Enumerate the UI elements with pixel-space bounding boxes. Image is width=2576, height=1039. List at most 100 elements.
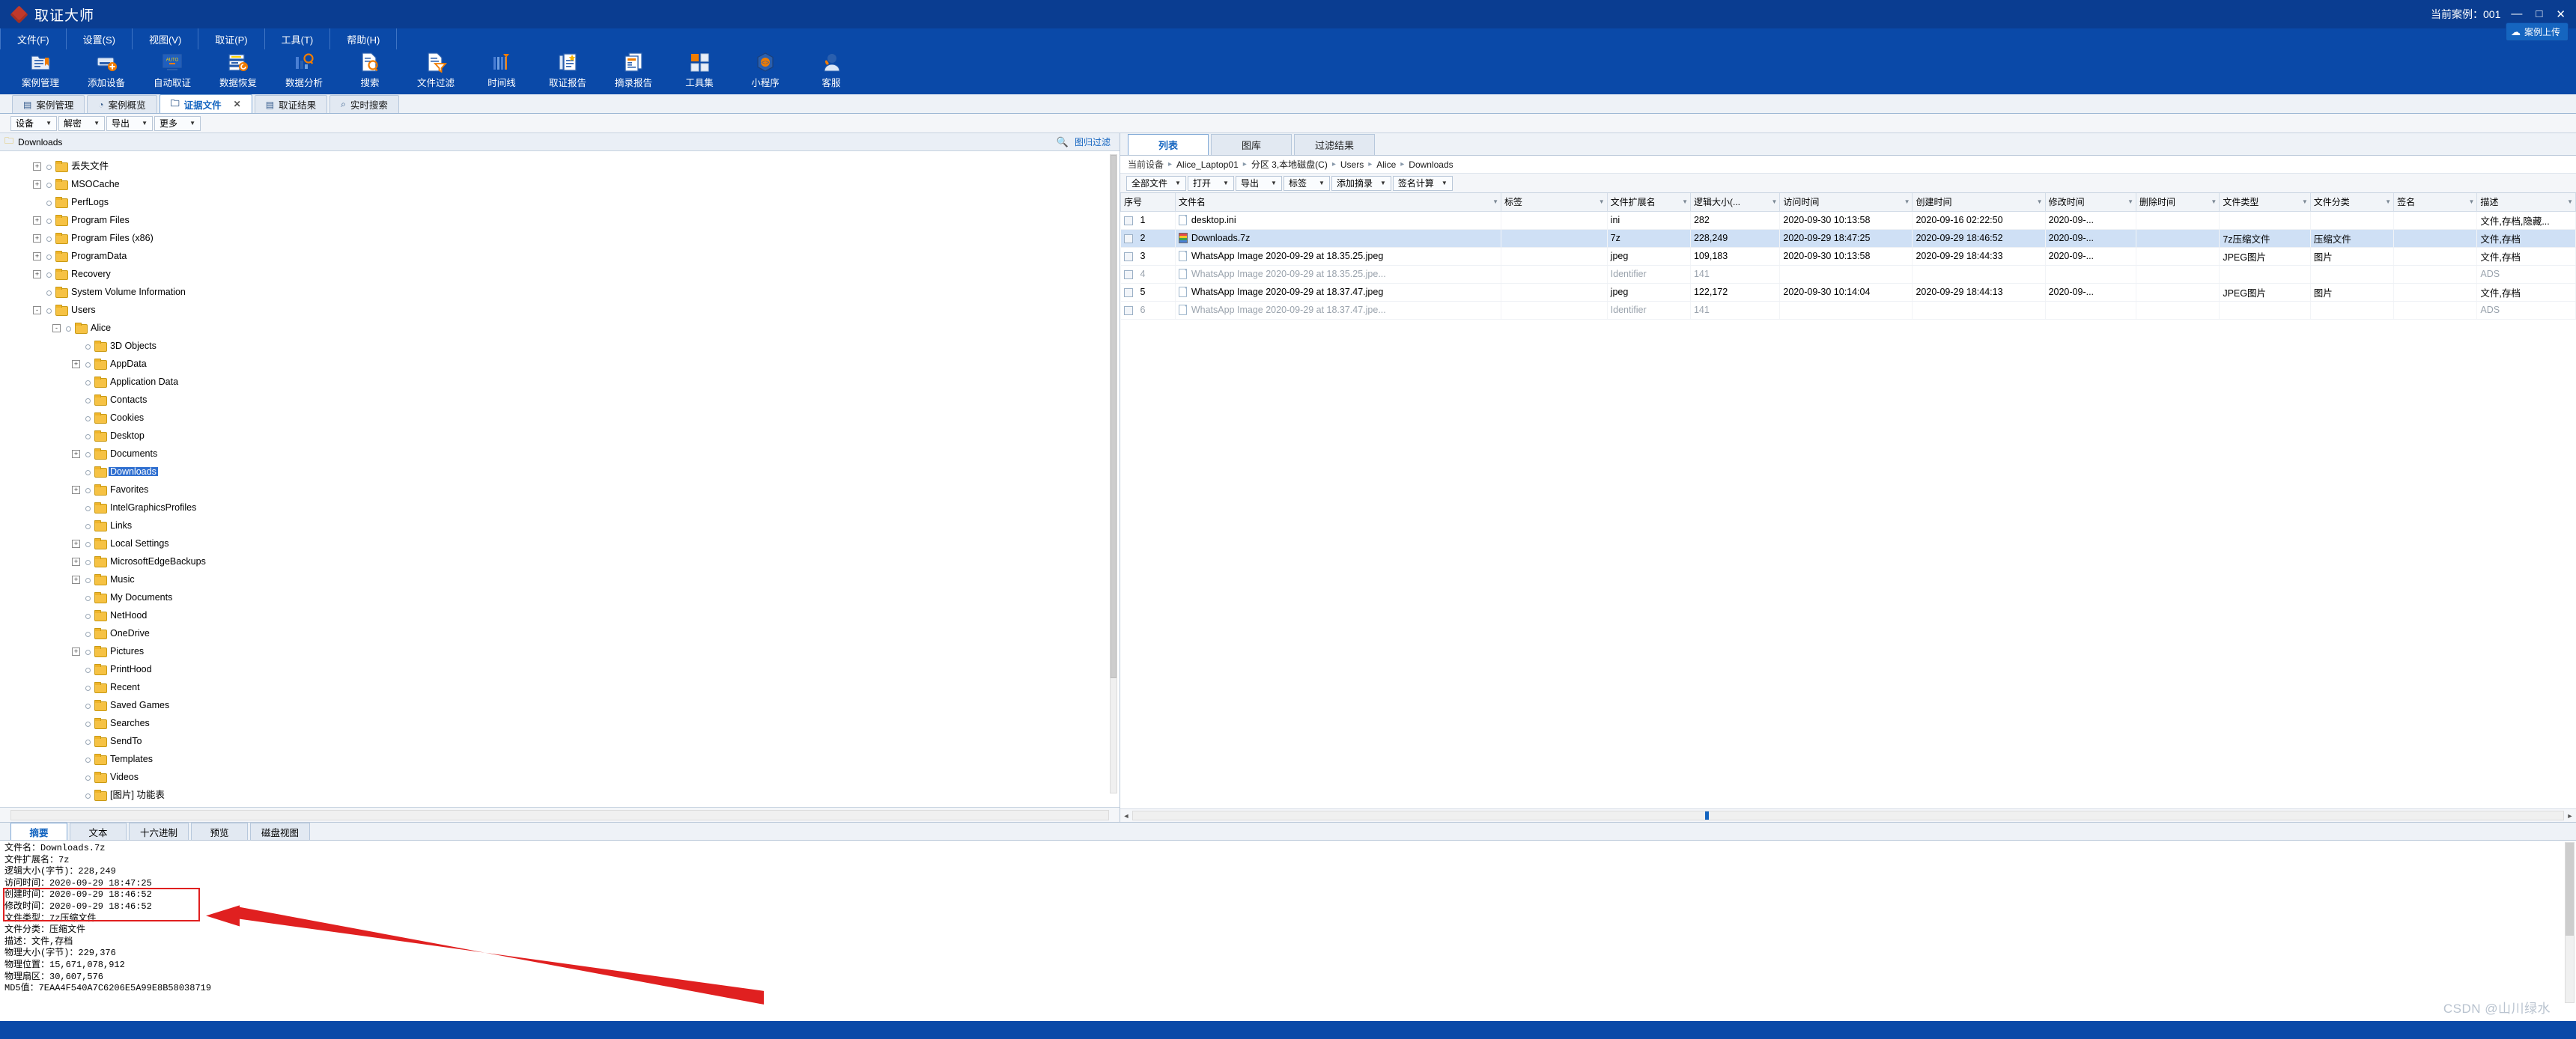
column-filter-icon[interactable]: ▼ (2127, 198, 2133, 205)
menu-tools[interactable]: 工具(T) (265, 28, 331, 49)
table-row[interactable]: 3 WhatsApp Image 2020-09-29 at 18.35.25.j… (1120, 247, 2576, 266)
toolbar-data-analysis[interactable]: 数据分析 (271, 51, 337, 94)
tree-node[interactable]: System Volume Information (33, 283, 1120, 301)
tree-node[interactable]: + MicrosoftEdgeBackups (33, 552, 1120, 570)
return-filter-link[interactable]: 图归过滤 (1075, 135, 1111, 148)
column-filter-icon[interactable]: ▼ (2385, 198, 2391, 205)
column-header[interactable]: 逻辑大小(... ▼ (1689, 193, 1781, 212)
column-header[interactable]: 签名 ▼ (2393, 193, 2478, 212)
column-filter-icon[interactable]: ▼ (1771, 198, 1777, 205)
tree-node[interactable]: Links (33, 517, 1120, 534)
toolbar-toolset[interactable]: 工具集 (666, 51, 732, 94)
tag-dropdown[interactable]: 标签 ▼ (1283, 175, 1330, 191)
table-row[interactable]: 5 WhatsApp Image 2020-09-29 at 18.37.47.j… (1120, 283, 2576, 302)
tree-node[interactable]: + AppData (33, 355, 1120, 373)
expand-icon[interactable]: + (33, 216, 41, 225)
column-header[interactable]: 创建时间 ▼ (1912, 193, 2046, 212)
tree-node[interactable]: PerfLogs (33, 193, 1120, 211)
case-upload-button[interactable]: ☁ 案例上传 (2505, 22, 2569, 41)
scroll-left-icon[interactable]: ◄ (1120, 812, 1132, 820)
column-header[interactable]: 修改时间 ▼ (2044, 193, 2137, 212)
add-excerpt-dropdown[interactable]: 添加摘录 ▼ (1331, 175, 1391, 191)
toolbar-customer-service[interactable]: 客服 (798, 51, 864, 94)
breadcrumb-device[interactable]: Alice_Laptop01 (1176, 159, 1239, 170)
tree-node[interactable]: NetHood (33, 606, 1120, 624)
close-icon[interactable]: ✕ (234, 99, 241, 109)
filter-export-dropdown[interactable]: 导出 ▼ (106, 115, 153, 131)
column-filter-icon[interactable]: ▼ (1599, 198, 1605, 205)
menu-help[interactable]: 帮助(H) (330, 28, 398, 49)
tree-node[interactable]: Recent (33, 678, 1120, 696)
tree-node[interactable]: + ProgramData (33, 247, 1120, 265)
column-header[interactable]: 访问时间 ▼ (1779, 193, 1913, 212)
breadcrumb-users[interactable]: Users (1340, 159, 1364, 170)
allfiles-dropdown[interactable]: 全部文件 ▼ (1126, 175, 1186, 191)
tree-node[interactable]: OneDrive (33, 624, 1120, 642)
maximize-button[interactable]: □ (2536, 7, 2542, 21)
tree-horizontal-scrollbar[interactable] (10, 809, 1109, 820)
tree-node[interactable]: - Users (33, 301, 1120, 319)
tab-evidence-files[interactable]: 🗀 证据文件 ✕ (159, 94, 252, 113)
filter-decrypt-dropdown[interactable]: 解密 ▼ (58, 115, 105, 131)
tree-node[interactable]: + Program Files (x86) (33, 229, 1120, 247)
menu-settings[interactable]: 设置(S) (67, 28, 133, 49)
signature-calc-dropdown[interactable]: 签名计算 ▼ (1392, 175, 1453, 191)
detail-tab-summary[interactable]: 摘要 (10, 823, 67, 840)
expand-icon[interactable]: + (72, 647, 80, 656)
column-header[interactable]: 序号 (1120, 193, 1176, 212)
column-header[interactable]: 文件扩展名 ▼ (1606, 193, 1691, 212)
table-row[interactable]: 6 WhatsApp Image 2020-09-29 at 18.37.47.j… (1120, 301, 2576, 320)
row-checkbox[interactable] (1123, 269, 1133, 279)
column-filter-icon[interactable]: ▼ (2567, 198, 2573, 205)
detail-tab-text[interactable]: 文本 (70, 823, 127, 840)
tree-node[interactable]: My Documents (33, 588, 1120, 606)
tree-node[interactable]: Desktop (33, 427, 1120, 445)
tree-node[interactable]: + Program Files (33, 211, 1120, 229)
row-checkbox[interactable] (1123, 234, 1133, 243)
toolbar-excerpt-report[interactable]: 摘录报告 (601, 51, 666, 94)
open-dropdown[interactable]: 打开 ▼ (1187, 175, 1234, 191)
menu-view[interactable]: 视图(V) (133, 28, 199, 49)
tree-node[interactable]: Videos (33, 768, 1120, 786)
table-row[interactable]: 2 Downloads.7z 7z 228,249 2020-09-29 18:47:2… (1120, 229, 2576, 248)
row-checkbox[interactable] (1123, 287, 1133, 297)
menu-file[interactable]: 文件(F) (0, 28, 67, 49)
tree-node[interactable]: PrintHood (33, 660, 1120, 678)
detail-tab-disk-view[interactable]: 磁盘视图 (250, 823, 311, 840)
filter-device-dropdown[interactable]: 设备 ▼ (10, 115, 57, 131)
column-filter-icon[interactable]: ▼ (1682, 198, 1688, 205)
expand-icon[interactable]: + (72, 359, 80, 368)
file-list-horizontal-scrollbar[interactable]: ◄ ► (1120, 808, 2576, 822)
expand-icon[interactable]: + (33, 269, 41, 278)
column-filter-icon[interactable]: ▼ (1492, 198, 1498, 205)
tab-live-search[interactable]: ⌕ 实时搜索 (329, 95, 399, 113)
column-filter-icon[interactable]: ▼ (1904, 198, 1910, 205)
toolbar-file-filter[interactable]: 文件过滤 (403, 51, 469, 94)
tab-forensic-results[interactable]: ▤ 取证结果 (254, 95, 328, 113)
export-dropdown[interactable]: 导出 ▼ (1235, 175, 1282, 191)
view-tab-gallery[interactable]: 图库 (1211, 134, 1292, 155)
view-tab-filter-results[interactable]: 过滤结果 (1294, 134, 1375, 155)
tree-node[interactable]: 3D Objects (33, 337, 1120, 355)
scroll-thumb[interactable] (1705, 811, 1709, 820)
tree-node[interactable]: + Music (33, 570, 1120, 588)
column-header[interactable]: 删除时间 ▼ (2136, 193, 2220, 212)
tree-vertical-scrollbar[interactable] (1110, 154, 1117, 793)
toolbar-forensic-report[interactable]: 取证报告 (535, 51, 601, 94)
tree-node[interactable]: [图片] 功能表 (33, 786, 1120, 804)
row-checkbox[interactable] (1123, 305, 1133, 315)
tree-node[interactable]: + Favorites (33, 481, 1120, 499)
column-header[interactable]: 标签 ▼ (1501, 193, 1608, 212)
expand-icon[interactable]: + (33, 252, 41, 260)
tree-node[interactable]: IntelGraphicsProfiles (33, 499, 1120, 517)
column-header[interactable]: 描述 ▼ (2476, 193, 2576, 212)
expand-icon[interactable]: + (72, 539, 80, 548)
tree-node[interactable]: Searches (33, 714, 1120, 732)
toolbar-search[interactable]: 搜索 (337, 51, 403, 94)
toolbar-timeline[interactable]: 时间线 (469, 51, 535, 94)
tree-node[interactable]: Saved Games (33, 696, 1120, 714)
tree-node[interactable]: + MSOCache (33, 175, 1120, 193)
expand-icon[interactable]: + (33, 234, 41, 243)
view-tab-list[interactable]: 列表 (1128, 134, 1209, 155)
tree-node[interactable]: Cookies (33, 409, 1120, 427)
